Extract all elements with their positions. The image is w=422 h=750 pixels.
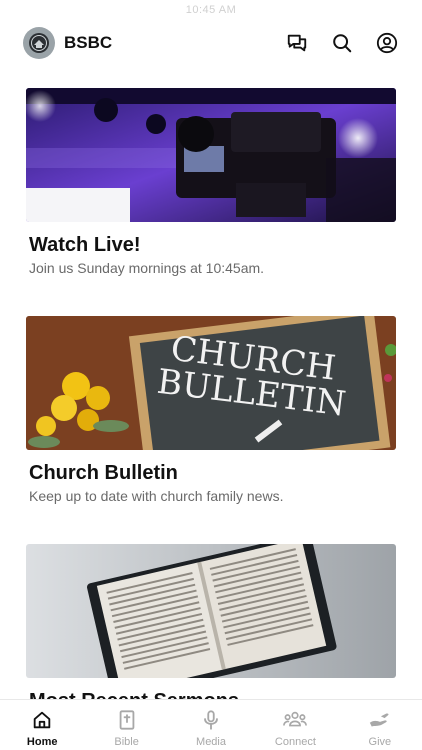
app-header: BSBC xyxy=(23,26,398,60)
tab-label: Media xyxy=(196,736,226,748)
tab-label: Give xyxy=(368,736,392,748)
account-icon[interactable] xyxy=(375,32,398,55)
people-icon xyxy=(283,709,308,731)
open-bible-image xyxy=(26,544,396,678)
tab-label: Bible xyxy=(114,736,139,748)
status-time: 10:45 AM xyxy=(185,4,237,16)
tab-media[interactable]: Media xyxy=(169,700,253,750)
camera-stage-image xyxy=(26,88,396,222)
chalkboard-image: CHURCH BULLETIN xyxy=(26,316,396,450)
bible-icon xyxy=(115,709,139,731)
card-watch-live[interactable]: Watch Live! Join us Sunday mornings at 1… xyxy=(26,88,396,276)
card-title: Church Bulletin xyxy=(29,462,178,484)
bottom-tab-bar: Home Bible Media Connect Give xyxy=(0,699,422,750)
church-logo-avatar[interactable] xyxy=(23,27,55,59)
card-subtitle: Keep up to date with church family news. xyxy=(29,488,284,504)
home-icon xyxy=(30,709,54,731)
card-most-recent-sermons[interactable]: Most Recent Sermons xyxy=(26,544,396,713)
app-title: BSBC xyxy=(64,33,113,52)
microphone-icon xyxy=(199,709,223,731)
tab-bible[interactable]: Bible xyxy=(84,700,168,750)
tab-connect[interactable]: Connect xyxy=(253,700,337,750)
search-icon[interactable] xyxy=(330,32,353,55)
card-subtitle: Join us Sunday mornings at 10:45am. xyxy=(29,260,265,276)
chat-icon[interactable] xyxy=(285,32,308,55)
tab-home[interactable]: Home xyxy=(0,700,84,750)
card-title: Watch Live! xyxy=(29,234,141,256)
give-hand-icon xyxy=(368,709,392,731)
tab-label: Home xyxy=(26,736,58,748)
tab-label: Connect xyxy=(274,736,316,748)
card-church-bulletin[interactable]: CHURCH BULLETIN Church Bulletin Keep up … xyxy=(26,316,396,504)
church-logo-icon xyxy=(29,33,49,53)
tab-give[interactable]: Give xyxy=(338,700,422,750)
